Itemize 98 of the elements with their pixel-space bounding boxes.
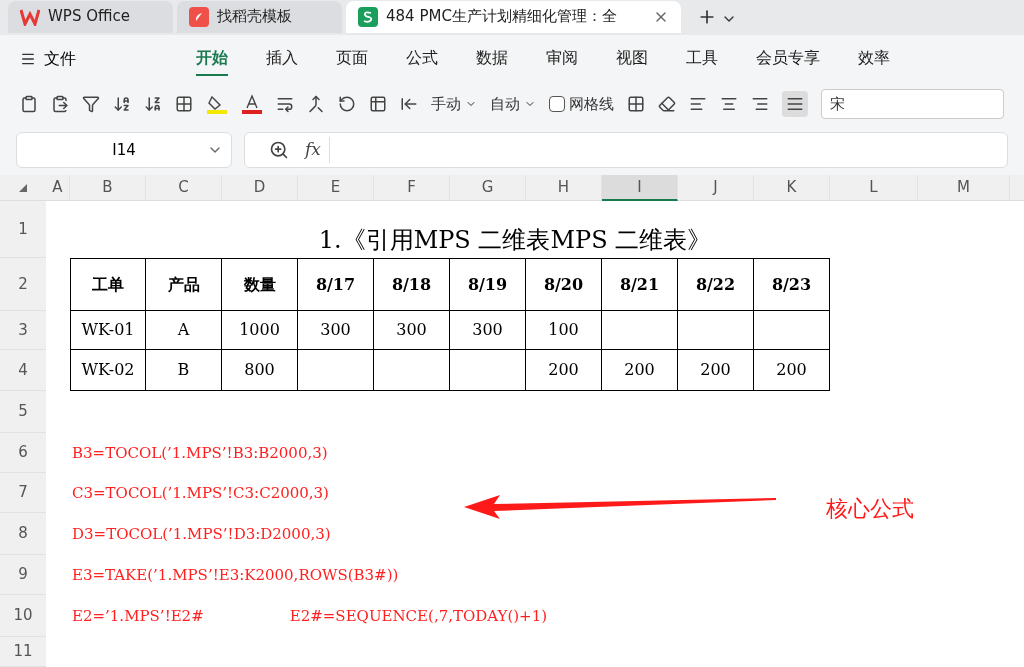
ribbon-tab[interactable]: 会员专享 [756, 41, 820, 76]
table-cell: 800 [222, 350, 298, 391]
ribbon-tab[interactable]: 插入 [266, 41, 298, 76]
column-header[interactable]: E [298, 175, 374, 201]
rotate-icon[interactable] [338, 94, 356, 113]
formula-text: B3=TOCOL(’1.MPS’!B3:B2000,3) [72, 442, 328, 464]
row-header[interactable]: 10 [0, 595, 46, 637]
table-cell: 200 [754, 350, 830, 391]
formula-text: E2#=SEQUENCE(,7,TODAY()+1) [289, 605, 548, 627]
row-header[interactable]: 1 [0, 201, 46, 258]
ribbon-tab[interactable]: 开始 [196, 41, 228, 76]
clear-icon[interactable] [658, 94, 676, 113]
row-header[interactable]: 6 [0, 433, 46, 473]
column-header[interactable]: J [678, 175, 754, 201]
formula-text: E2=’1.MPS’!E2# [72, 605, 204, 627]
table-cell: WK-02 [70, 350, 146, 391]
annotation-label: 核心公式 [826, 495, 914, 523]
column-width-button[interactable]: 自动 [490, 92, 536, 116]
merge-icon[interactable] [307, 94, 325, 113]
ribbon-tab[interactable]: 视图 [616, 41, 648, 76]
row-height-button[interactable]: 手动 [431, 92, 477, 116]
column-header[interactable]: G [450, 175, 526, 201]
table-cell: 8/20 [526, 258, 602, 311]
app-tab[interactable]: WPS Office [8, 0, 173, 33]
sheet-title: 1.《引用MPS 二维表MPS 二维表》 [317, 225, 713, 256]
column-header[interactable]: K [754, 175, 830, 201]
table-cell: 8/18 [374, 258, 450, 311]
column-header[interactable]: M [918, 175, 1010, 201]
table-icon[interactable] [369, 94, 387, 113]
column-header[interactable]: C [146, 175, 222, 201]
table-cell: 8/19 [450, 258, 526, 311]
table-cell: WK-01 [70, 311, 146, 350]
tab-title: WPS Office [48, 6, 130, 28]
paste-icon[interactable] [51, 94, 69, 113]
table-cell: 8/23 [754, 258, 830, 311]
file-menu[interactable]: 文件 [44, 46, 76, 71]
table-cell: 300 [450, 311, 526, 350]
zoom-icon[interactable] [269, 140, 289, 160]
tab-title: 找稻壳模板 [217, 6, 292, 28]
table-cell: 300 [298, 311, 374, 350]
formula-bar[interactable]: fx [244, 132, 1008, 168]
row-header[interactable]: 11 [0, 637, 46, 667]
table-cell: 数量 [222, 258, 298, 311]
table-cell: 100 [526, 311, 602, 350]
ribbon-tab[interactable]: 页面 [336, 41, 368, 76]
ribbon-tab[interactable]: 效率 [858, 41, 890, 76]
table-cell: 200 [602, 350, 678, 391]
sheet-icon [358, 6, 378, 27]
formula-text: C3=TOCOL(’1.MPS’!C3:C2000,3) [72, 482, 329, 504]
fill-color-icon[interactable] [206, 93, 228, 114]
formula-text: E3=TAKE(’1.MPS’!E3:K2000,ROWS(B3#)) [72, 564, 399, 586]
function-label[interactable]: fx [305, 137, 330, 163]
column-header[interactable]: D [222, 175, 298, 201]
ribbon-tab[interactable]: 公式 [406, 41, 438, 76]
row-header[interactable]: 9 [0, 555, 46, 595]
column-header[interactable]: A [46, 175, 70, 201]
sort-icon[interactable] [113, 94, 131, 113]
select-all-icon[interactable] [19, 183, 27, 192]
row-header[interactable]: 3 [0, 311, 46, 350]
justify-button[interactable] [782, 90, 808, 117]
tab-title: 484 PMC生产计划精细化管理：全 [386, 6, 617, 28]
table-cell: 8/22 [678, 258, 754, 311]
table-cell: 200 [526, 350, 602, 391]
row-header[interactable]: 8 [0, 513, 46, 555]
row-header[interactable]: 4 [0, 350, 46, 391]
column-header[interactable]: I [602, 175, 678, 201]
column-header[interactable]: H [526, 175, 602, 201]
font-field[interactable]: 宋 [821, 88, 1004, 119]
column-header[interactable]: B [70, 175, 146, 201]
table-cell: 300 [374, 311, 450, 350]
app-tab[interactable]: 484 PMC生产计划精细化管理：全 [346, 0, 681, 33]
table-cell: 产品 [146, 258, 222, 311]
gridlines-checkbox[interactable]: 网格线 [549, 92, 614, 116]
app-tab[interactable]: 找稻壳模板 [177, 0, 342, 33]
row-header[interactable]: 7 [0, 473, 46, 513]
font-color-icon[interactable] [241, 93, 263, 114]
table-cell: 200 [678, 350, 754, 391]
logo-icon [189, 6, 209, 27]
row-header[interactable]: 5 [0, 391, 46, 433]
sort-icon[interactable] [144, 94, 162, 113]
table-cell: A [146, 311, 222, 350]
ribbon-tab[interactable]: 审阅 [546, 41, 578, 76]
table-cell: 1000 [222, 311, 298, 350]
ribbon-tab[interactable]: 工具 [686, 41, 718, 76]
row-header[interactable]: 2 [0, 258, 46, 311]
ribbon-tab[interactable]: 数据 [476, 41, 508, 76]
table-cell: B [146, 350, 222, 391]
formula-text: D3=TOCOL(’1.MPS’!D3:D2000,3) [72, 523, 331, 545]
table-cell: 8/21 [602, 258, 678, 311]
column-header[interactable]: F [374, 175, 450, 201]
logo-icon [20, 7, 40, 26]
borders-icon[interactable] [175, 94, 193, 113]
column-header[interactable]: L [830, 175, 918, 201]
table-cell: 工单 [70, 258, 146, 311]
name-box[interactable]: I14 [16, 132, 232, 168]
paste-values-icon[interactable] [20, 94, 38, 113]
table-cell: 8/17 [298, 258, 374, 311]
filter-icon[interactable] [82, 94, 100, 113]
